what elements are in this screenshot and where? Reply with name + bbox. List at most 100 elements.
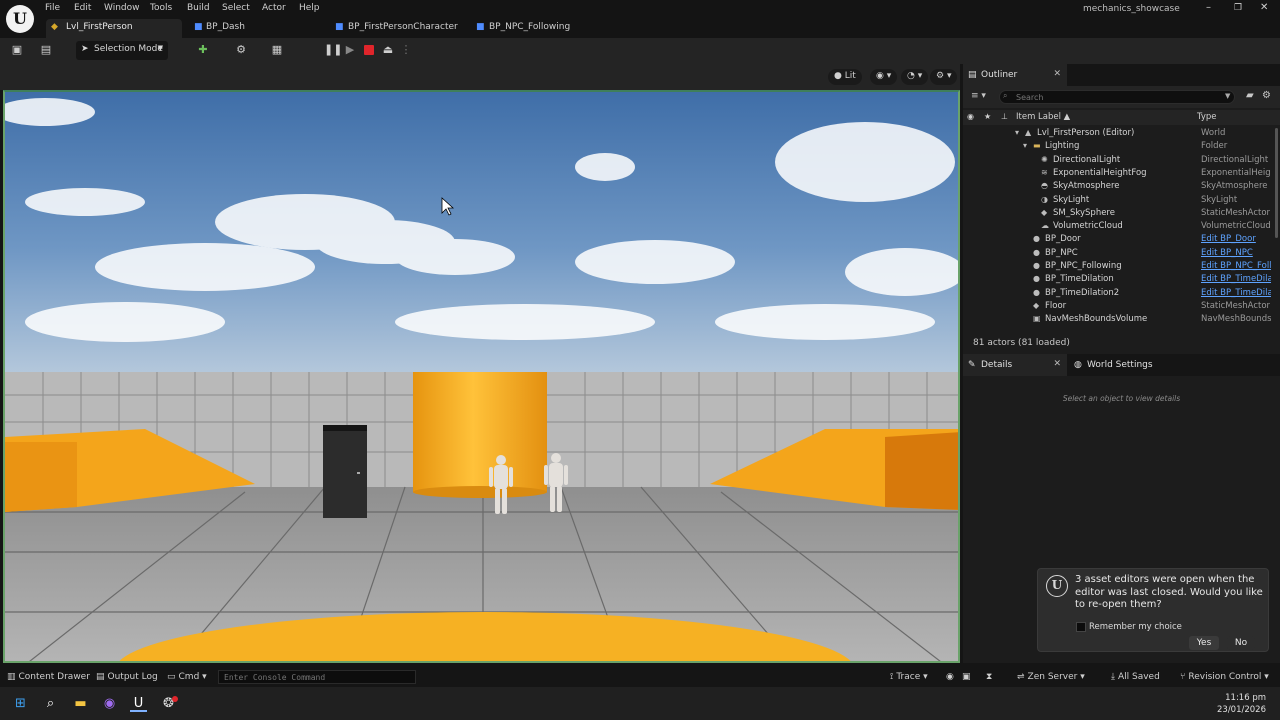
show-flags-button[interactable]: ◉ ▾ (870, 69, 898, 85)
add-folder-icon[interactable]: ▰ (1246, 90, 1254, 101)
blueprint-icon: ■ (476, 22, 485, 32)
screenshot-icon[interactable]: ▣ (962, 672, 971, 682)
menu-actor[interactable]: Actor (262, 3, 286, 13)
app-icon[interactable]: ◉ (101, 695, 118, 712)
edit-blueprint-link[interactable]: Edit BP_NPC (1201, 248, 1271, 258)
no-button[interactable]: No (1227, 636, 1255, 650)
tab-bp-dash[interactable]: ■ BP_Dash (190, 19, 320, 38)
content-browser-icon[interactable]: ▤ (39, 43, 53, 57)
stop-icon[interactable] (362, 43, 376, 57)
expand-arrow-icon[interactable]: ▾ (1015, 128, 1019, 137)
cinematics-icon[interactable]: ▦ (270, 43, 284, 57)
view-mode-button[interactable]: ● Lit (828, 69, 862, 85)
tab-world-settings[interactable]: ◍ World Settings (1069, 354, 1165, 376)
maximize-icon[interactable]: ❐ (1234, 3, 1242, 13)
outliner-row[interactable]: ▣ NavMeshBoundsVolume NavMeshBounds\ (963, 314, 1273, 327)
outliner-row-label: SkyLight (1053, 194, 1090, 205)
edit-blueprint-link[interactable]: Edit BP_TimeDilat (1201, 274, 1271, 284)
outliner-row-type: ExponentialHeight (1201, 167, 1271, 178)
close-icon[interactable]: ✕ (1053, 69, 1061, 79)
tab-outliner[interactable]: ▤ Outliner ✕ (963, 64, 1067, 86)
type-column-header[interactable]: Type (1197, 112, 1217, 122)
outliner-row[interactable]: ● BP_Door Edit BP_Door (963, 234, 1273, 247)
viewport-settings-button[interactable]: ⚙ ▾ (930, 69, 958, 85)
favorite-column-icon[interactable]: ★ (984, 112, 991, 121)
selection-mode-button[interactable]: ➤ Selection Mode ▼ (76, 41, 168, 60)
outliner-scrollbar[interactable] (1275, 128, 1278, 238)
zen-server-button[interactable]: ⇌ Zen Server ▾ (1017, 672, 1085, 682)
filter-icon[interactable]: ≡ ▾ (971, 91, 986, 101)
unreal-logo-icon[interactable]: U (6, 5, 34, 33)
outliner-row[interactable]: ☁ VolumetricCloud VolumetricCloud (963, 221, 1273, 234)
trace-dropdown[interactable]: ⟟ Trace ▾ (890, 672, 928, 682)
content-drawer-button[interactable]: ▥ Content Drawer (7, 672, 90, 682)
minimize-icon[interactable]: – (1206, 2, 1211, 13)
save-icon[interactable]: ▣ (10, 43, 24, 57)
unreal-editor-taskbar-icon[interactable]: U (130, 695, 147, 712)
outliner-row[interactable]: ▾ ▲ Lvl_FirstPerson (Editor) World (963, 128, 1273, 141)
outliner-row-type: World (1201, 128, 1226, 138)
menu-window[interactable]: Window (104, 3, 140, 13)
outliner-row[interactable]: ◓ SkyAtmosphere SkyAtmosphere (963, 181, 1273, 194)
record-icon[interactable]: ◉ (946, 672, 954, 682)
outliner-row[interactable]: ✺ DirectionalLight DirectionalLight (963, 155, 1273, 168)
item-label-column-header[interactable]: Item Label ▲ (1016, 112, 1070, 122)
yes-button[interactable]: Yes (1189, 636, 1219, 650)
expand-arrow-icon[interactable]: ▾ (1023, 141, 1027, 150)
actor-icon: ● (1033, 287, 1040, 297)
settings-gear-icon[interactable]: ⚙ (1262, 90, 1271, 101)
outliner-row[interactable]: ▾ ▬ Lighting Folder (963, 141, 1273, 154)
edit-blueprint-link[interactable]: Edit BP_NPC_Follo (1201, 261, 1271, 271)
chevron-down-icon[interactable]: ▼ (1225, 92, 1230, 100)
console-command-input[interactable] (218, 670, 416, 684)
cmd-dropdown[interactable]: ▭ Cmd ▾ (167, 672, 207, 682)
world-icon: ▲ (1025, 128, 1032, 137)
search-icon[interactable]: ⌕ (42, 695, 59, 712)
tab-bp-firstpersoncharacter[interactable]: ■ BP_FirstPersonCharacter (332, 19, 462, 38)
eject-icon[interactable]: ⏏ (381, 43, 395, 57)
outliner-row[interactable]: ● BP_NPC_Following Edit BP_NPC_Follo (963, 261, 1273, 274)
file-explorer-icon[interactable]: ▬ (72, 695, 89, 712)
close-icon[interactable]: ✕ (1053, 359, 1061, 369)
outliner-row[interactable]: ● BP_NPC Edit BP_NPC (963, 248, 1273, 261)
step-icon[interactable]: ▶ (343, 43, 357, 57)
windows-start-icon[interactable]: ⊞ (12, 695, 29, 712)
add-actor-icon[interactable]: ✚ (196, 43, 210, 57)
outliner-row[interactable]: ● BP_TimeDilation Edit BP_TimeDilat (963, 274, 1273, 287)
outliner-row[interactable]: ◑ SkyLight SkyLight (963, 195, 1273, 208)
outliner-row[interactable]: ● BP_TimeDilation2 Edit BP_TimeDilat (963, 288, 1273, 301)
tab-details[interactable]: ✎ Details ✕ (963, 354, 1067, 376)
menu-file[interactable]: File (45, 3, 60, 13)
zen-server-label: Zen Server (1027, 672, 1078, 682)
outliner-row[interactable]: ≋ ExponentialHeightFog ExponentialHeight (963, 168, 1273, 181)
more-options-icon[interactable]: ⋮ (399, 43, 413, 57)
pin-column-icon[interactable]: ⊥ (1001, 112, 1008, 121)
revision-control-button[interactable]: ⑂ Revision Control ▾ (1180, 672, 1269, 682)
menu-select[interactable]: Select (222, 3, 250, 13)
all-saved-button[interactable]: ⤓ All Saved (1111, 672, 1160, 682)
unreal-logo-icon: U (1046, 575, 1068, 597)
tab-lvl-firstperson[interactable]: ◆ Lvl_FirstPerson (46, 19, 182, 38)
tab-bp-npc-following[interactable]: ■ BP_NPC_Following (473, 19, 603, 38)
outliner-row[interactable]: ◆ SM_SkySphere StaticMeshActor (963, 208, 1273, 221)
outliner-title: Outliner (981, 70, 1018, 80)
outliner-search-input[interactable] (999, 90, 1235, 104)
performance-button[interactable]: ◔ ▾ (901, 69, 929, 85)
menu-edit[interactable]: Edit (74, 3, 91, 13)
edit-blueprint-link[interactable]: Edit BP_TimeDilat (1201, 288, 1271, 298)
actor-icon: ● (1033, 247, 1040, 257)
visibility-column-icon[interactable]: ◉ (967, 112, 974, 121)
menu-build[interactable]: Build (187, 3, 210, 13)
close-icon[interactable]: ✕ (1260, 2, 1268, 13)
menu-help[interactable]: Help (299, 3, 320, 13)
outliner-row-label: Lighting (1045, 141, 1080, 152)
edit-blueprint-link[interactable]: Edit BP_Door (1201, 234, 1271, 244)
level-viewport[interactable] (3, 90, 960, 663)
pause-icon[interactable]: ❚❚ (324, 43, 342, 57)
blueprint-menu-icon[interactable]: ⚙ (234, 43, 248, 57)
hourglass-icon[interactable]: ⧗ (986, 672, 992, 682)
remember-choice-checkbox[interactable] (1076, 622, 1086, 632)
menu-tools[interactable]: Tools (150, 3, 172, 13)
outliner-row[interactable]: ◆ Floor StaticMeshActor (963, 301, 1273, 314)
output-log-button[interactable]: ▤ Output Log (96, 672, 158, 682)
